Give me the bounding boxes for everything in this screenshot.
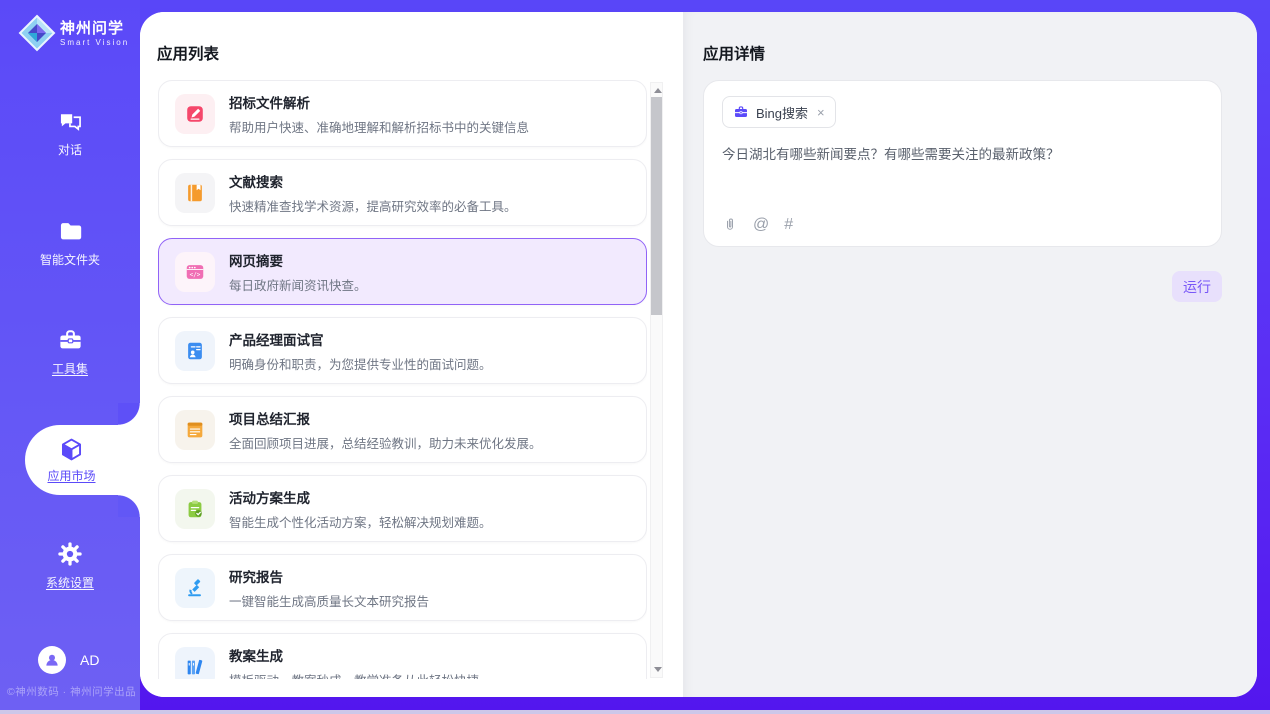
sidebar-item-label: 工具集 [52,360,88,377]
app-card-title: 产品经理面试官 [229,329,492,349]
tool-chip-bing-search[interactable]: Bing搜索 × [722,96,836,128]
app-list: 招标文件解析 帮助用户快速、准确地理解和解析招标书中的关键信息 文献搜索 [158,80,647,679]
app-card-title: 研究报告 [229,566,429,586]
app-detail-panel: 应用详情 Bing搜索 × 今日湖北有哪些新闻要点？有哪些需要关注的最新政策？ [683,12,1257,697]
sidebar-item-label: 系统设置 [46,574,94,591]
scroll-up-icon[interactable] [654,88,662,93]
app-card-description: 明确身份和职责，为您提供专业性的面试问题。 [229,354,492,373]
toolbox-icon [57,327,84,354]
app-card-title: 活动方案生成 [229,487,492,507]
app-icon-tile: </> [175,252,215,292]
prompt-toolbar: @ # [722,216,793,233]
app-icon-tile [175,568,215,608]
interviewer-icon [184,340,206,362]
app-card-description: 一键智能生成高质量长文本研究报告 [229,591,429,610]
bubble-curve-bottom [118,495,140,517]
prompt-text[interactable]: 今日湖北有哪些新闻要点？有哪些需要关注的最新政策？ [722,145,1201,165]
cube-icon [58,436,85,463]
bottom-edge-strip [0,710,1270,714]
books-icon [184,656,206,678]
scrollbar[interactable] [650,82,663,678]
folder-icon [57,218,84,245]
clipboard-check-icon [184,498,206,520]
app-list-panel: 应用列表 招标文件解析 帮助用户快速、准确地理解和解析招标书中的关键信息 [140,12,683,697]
sidebar-item-label: 对话 [58,141,82,158]
sidebar-item-settings[interactable]: 系统设置 [0,540,140,591]
app-card-event-plan-generation[interactable]: 活动方案生成 智能生成个性化活动方案，轻松解决规划难题。 [158,475,647,542]
app-icon-tile [175,489,215,529]
gear-icon [56,540,84,568]
svg-text:</>: </> [190,271,201,278]
edit-document-icon [184,103,206,125]
user-avatar-icon [43,651,61,669]
notepad-icon [184,419,206,441]
app-card-description: 帮助用户快速、准确地理解和解析招标书中的关键信息 [229,117,529,136]
app-card-title: 教案生成 [229,645,479,665]
app-icon-tile [175,647,215,680]
sidebar-item-smart-folder[interactable]: 智能文件夹 [0,218,140,268]
app-window: 神州问学 Smart Vision 对话 智能文件夹 [0,0,1270,714]
brand-logo: 神州问学 Smart Vision [18,14,129,52]
briefcase-icon [733,104,749,120]
app-card-pm-interviewer[interactable]: 产品经理面试官 明确身份和职责，为您提供专业性的面试问题。 [158,317,647,384]
microscope-icon [184,577,206,599]
sidebar-item-app-market[interactable]: 应用市场 [25,425,140,495]
app-icon-tile [175,173,215,213]
attachment-icon[interactable] [722,216,738,233]
mention-icon[interactable]: @ [753,217,769,233]
app-card-literature-search[interactable]: 文献搜索 快速精准查找学术资源，提高研究效率的必备工具。 [158,159,647,226]
brand-subtitle: Smart Vision [60,38,129,47]
sidebar-item-label: 智能文件夹 [40,251,100,268]
sidebar-item-chat[interactable]: 对话 [0,108,140,158]
app-card-bid-document-parsing[interactable]: 招标文件解析 帮助用户快速、准确地理解和解析招标书中的关键信息 [158,80,647,147]
browser-code-icon: </> [184,261,206,283]
app-card-title: 招标文件解析 [229,92,529,112]
tool-chip-label: Bing搜索 [756,103,808,122]
app-card-description: 每日政府新闻资讯快查。 [229,275,367,294]
prompt-card[interactable]: Bing搜索 × 今日湖北有哪些新闻要点？有哪些需要关注的最新政策？ @ # [703,80,1222,247]
app-card-title: 文献搜索 [229,171,517,191]
app-card-title: 网页摘要 [229,250,367,270]
run-button[interactable]: 运行 [1172,271,1222,302]
app-icon-tile [175,331,215,371]
app-card-project-summary-report[interactable]: 项目总结汇报 全面回顾项目进展，总结经验教训，助力未来优化发展。 [158,396,647,463]
app-icon-tile [175,410,215,450]
sidebar-item-toolset[interactable]: 工具集 [0,327,140,377]
app-card-research-report[interactable]: 研究报告 一键智能生成高质量长文本研究报告 [158,554,647,621]
chat-icon [57,108,84,135]
scroll-down-icon[interactable] [654,667,662,672]
app-card-description: 模板驱动，教案秒成，教学准备从此轻松快捷 [229,670,479,680]
app-detail-title: 应用详情 [703,42,765,64]
sidebar: 神州问学 Smart Vision 对话 智能文件夹 [0,0,140,710]
main-content: 应用列表 招标文件解析 帮助用户快速、准确地理解和解析招标书中的关键信息 [140,12,1257,697]
avatar [38,646,66,674]
app-card-title: 项目总结汇报 [229,408,542,428]
user-profile[interactable]: AD [38,646,99,674]
brand-logo-icon [18,14,56,52]
app-list-title: 应用列表 [157,42,219,64]
scrollbar-thumb[interactable] [651,97,662,315]
app-card-webpage-summary[interactable]: </> 网页摘要 每日政府新闻资讯快查。 [158,238,647,305]
app-card-description: 快速精准查找学术资源，提高研究效率的必备工具。 [229,196,517,215]
sidebar-item-label: 应用市场 [47,467,95,484]
app-card-description: 全面回顾项目进展，总结经验教训，助力未来优化发展。 [229,433,542,452]
chip-close-icon[interactable]: × [817,105,825,120]
brand-name: 神州问学 [60,20,129,38]
hash-icon[interactable]: # [784,217,793,233]
user-name: AD [80,652,99,668]
bubble-curve-top [118,403,140,425]
book-icon [184,182,206,204]
app-card-lesson-plan-generation[interactable]: 教案生成 模板驱动，教案秒成，教学准备从此轻松快捷 [158,633,647,679]
app-icon-tile [175,94,215,134]
copyright: ©神州数码 · 神州问学出品 [7,684,136,699]
app-card-description: 智能生成个性化活动方案，轻松解决规划难题。 [229,512,492,531]
